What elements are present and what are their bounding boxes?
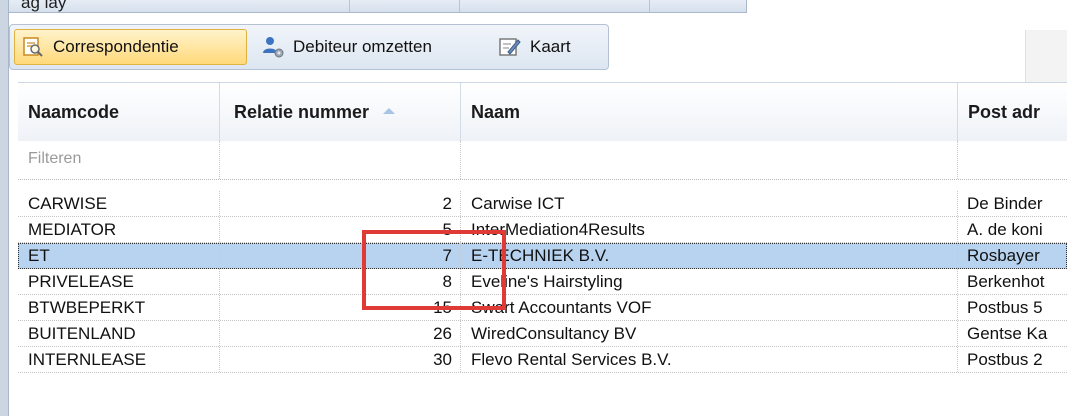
cell-relatie-nummer: 15 <box>220 295 461 320</box>
grid-header: Naamcode Relatie nummer Naam Post adr <box>18 82 1067 142</box>
column-header-post-adres[interactable]: Post adr <box>958 83 1067 141</box>
cell-naamcode: BUITENLAND <box>18 321 220 346</box>
filter-cell-relatie-nummer[interactable] <box>220 141 461 179</box>
cell-relatie-nummer: 7 <box>220 243 461 268</box>
edit-card-icon <box>498 35 522 59</box>
column-header-label: Relatie nummer <box>234 101 370 122</box>
filter-cell-post-adres[interactable] <box>958 141 1067 179</box>
filter-row: Filteren <box>18 141 1067 180</box>
cell-post-adres: Rosbayer <box>967 246 1040 265</box>
top-tab-strip: ag lay <box>9 0 747 13</box>
cell-naam: InterMediation4Results <box>461 217 958 242</box>
table-row[interactable]: MEDIATOR 5 InterMediation4Results A. de … <box>18 217 1067 243</box>
correspondentie-label: Correspondentie <box>53 37 179 56</box>
cell-naam: Flevo Rental Services B.V. <box>461 347 958 372</box>
table-row[interactable]: PRIVELEASE 8 Eveline's Hairstyling Berke… <box>18 269 1067 295</box>
column-header-naam[interactable]: Naam <box>461 83 958 141</box>
cell-naamcode: MEDIATOR <box>18 217 220 242</box>
sort-ascending-icon <box>383 108 396 114</box>
correspondentie-button[interactable]: Correspondentie <box>14 29 247 65</box>
cell-naam: WiredConsultancy BV <box>461 321 958 346</box>
cell-post-adres: De Binder <box>967 194 1043 213</box>
cell-naamcode: CARWISE <box>18 191 220 216</box>
cell-naam: Swart Accountants VOF <box>461 295 958 320</box>
table-row-selected[interactable]: ET 7 E-TECHNIEK B.V. Rosbayer <box>18 243 1067 269</box>
kaart-label: Kaart <box>530 37 571 56</box>
relations-grid: Naamcode Relatie nummer Naam Post adr Fi… <box>18 82 1067 416</box>
cell-naam: Carwise ICT <box>461 191 958 216</box>
tab-separator <box>349 0 350 12</box>
cell-relatie-nummer: 5 <box>220 217 461 242</box>
column-header-label: Naamcode <box>28 101 120 122</box>
cell-naamcode: INTERNLEASE <box>18 347 220 372</box>
cell-relatie-nummer: 30 <box>220 347 461 372</box>
debiteur-omzetten-label: Debiteur omzetten <box>293 37 432 56</box>
kaart-button[interactable]: Kaart <box>492 29 600 65</box>
cell-post-adres: Postbus 5 <box>967 298 1043 317</box>
cell-post-adres: A. de koni <box>967 220 1043 239</box>
filter-placeholder: Filteren <box>28 150 82 167</box>
filter-cell-naam[interactable] <box>461 141 958 179</box>
column-header-label: Post adr <box>968 101 1041 122</box>
window-left-border <box>0 0 9 416</box>
cell-naamcode: BTWBEPERKT <box>18 295 220 320</box>
filter-cell-naamcode[interactable]: Filteren <box>18 141 220 179</box>
table-row[interactable]: BTWBEPERKT 15 Swart Accountants VOF Post… <box>18 295 1067 321</box>
debiteur-omzetten-button[interactable]: Debiteur omzetten <box>255 29 485 65</box>
table-row[interactable]: CARWISE 2 Carwise ICT De Binder <box>18 191 1067 217</box>
tab-separator <box>459 0 460 12</box>
search-document-icon <box>21 35 45 59</box>
cell-post-adres: Berkenhot <box>967 272 1045 291</box>
cell-naamcode: ET <box>18 243 220 268</box>
tab-separator <box>649 0 650 12</box>
table-row[interactable]: BUITENLAND 26 WiredConsultancy BV Gentse… <box>18 321 1067 347</box>
column-header-relatie-nummer[interactable]: Relatie nummer <box>220 83 461 141</box>
cell-relatie-nummer: 26 <box>220 321 461 346</box>
cell-post-adres: Postbus 2 <box>967 350 1043 369</box>
cell-naam: Eveline's Hairstyling <box>461 269 958 294</box>
user-gear-icon <box>261 35 285 59</box>
cell-relatie-nummer: 8 <box>220 269 461 294</box>
cell-post-adres: Gentse Ka <box>967 324 1048 343</box>
toolbar: Correspondentie Debiteur omzetten Kaart <box>9 24 609 70</box>
top-strip-label: ag lay <box>21 0 67 12</box>
app-window: ag lay Correspondentie Debiteur omzetten… <box>0 0 1067 416</box>
cell-naam: E-TECHNIEK B.V. <box>461 243 958 268</box>
cell-relatie-nummer: 2 <box>220 191 461 216</box>
cell-naamcode: PRIVELEASE <box>18 269 220 294</box>
column-header-naamcode[interactable]: Naamcode <box>18 83 220 141</box>
table-row[interactable]: INTERNLEASE 30 Flevo Rental Services B.V… <box>18 347 1067 373</box>
column-header-label: Naam <box>471 101 521 122</box>
